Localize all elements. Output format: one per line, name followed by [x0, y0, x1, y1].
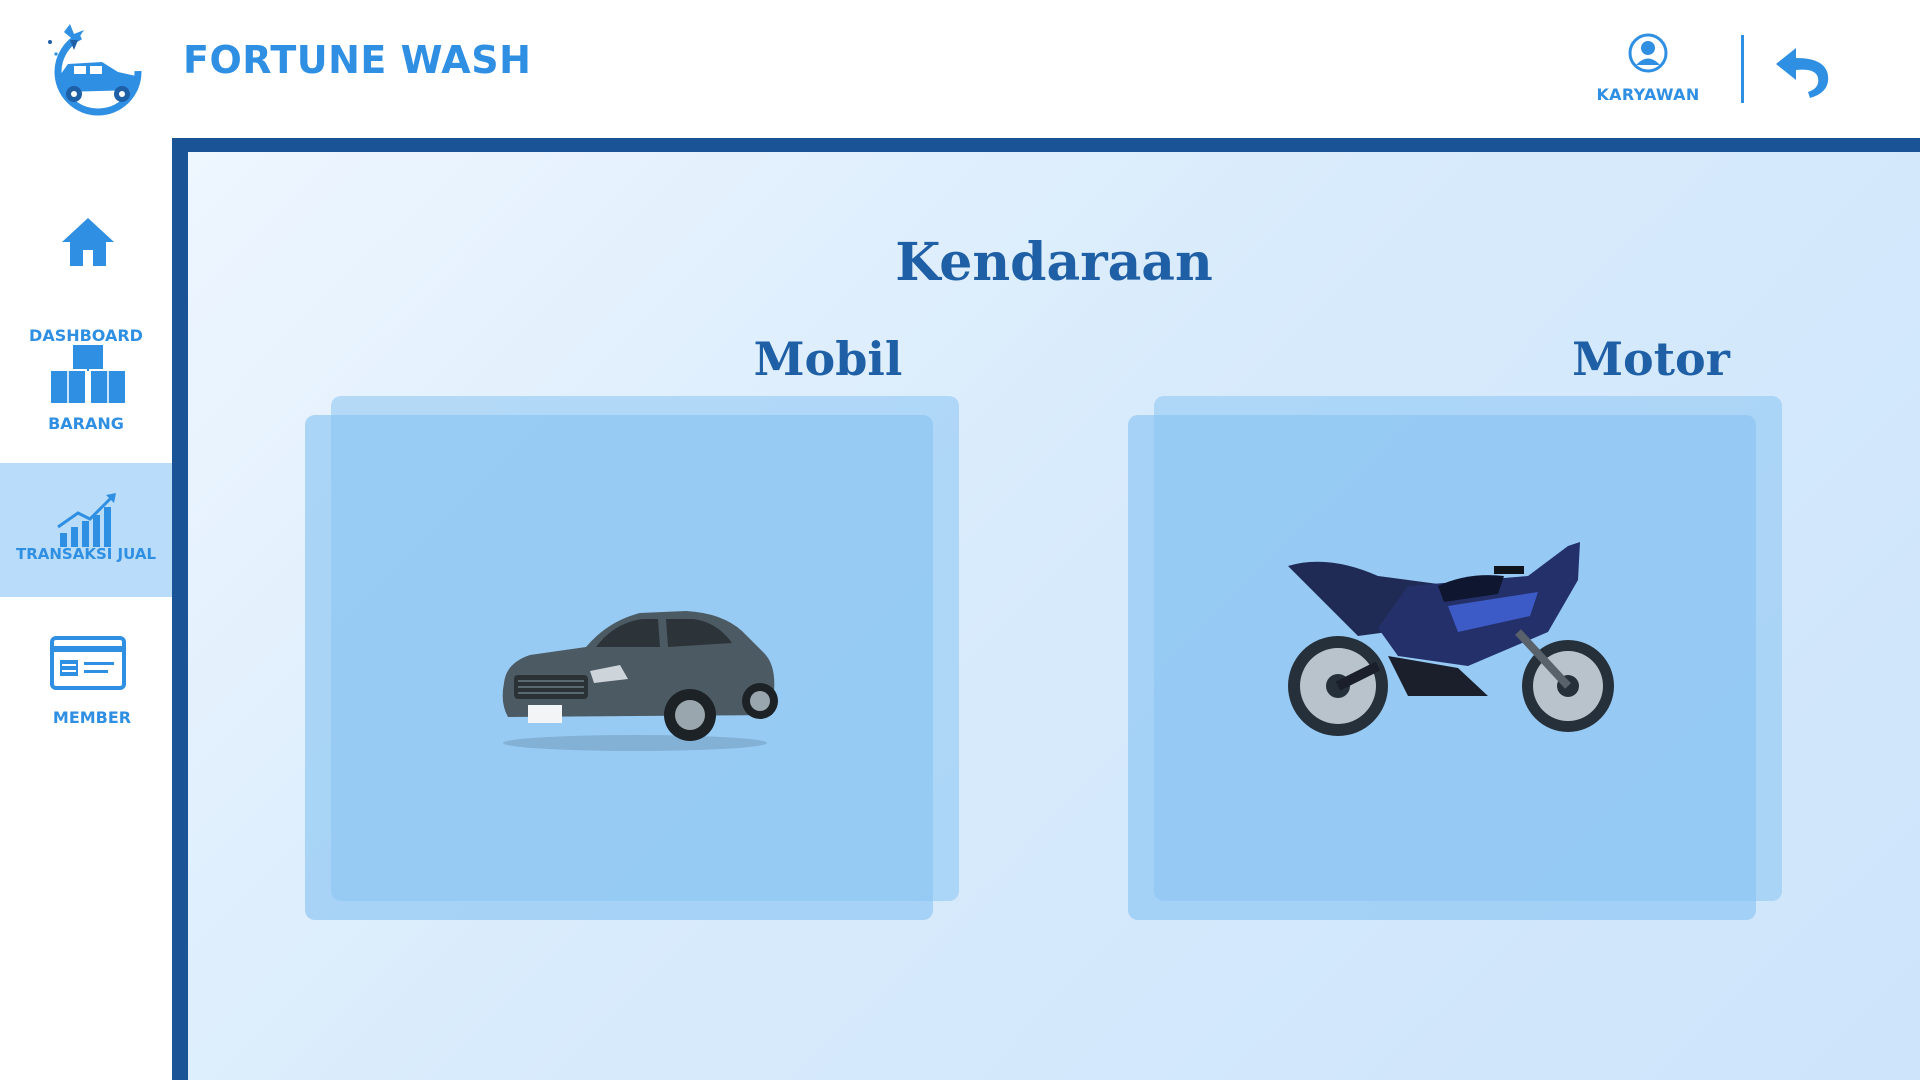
page-title: Kendaraan: [895, 232, 1213, 293]
sidebar-item-label: TRANSAKSI JUAL: [15, 545, 157, 563]
motorcycle-image: [1288, 542, 1614, 736]
sidebar-item-member[interactable]: MEMBER: [0, 620, 172, 750]
sidebar-nav: DASHBOARD BARANG TRANSAKSI JUAL MEMBER: [0, 140, 172, 1080]
main-content-panel: Kendaraan Mobil Motor: [188, 152, 1920, 1080]
motor-card[interactable]: [1128, 396, 1782, 920]
user-profile-button[interactable]: KARYAWAN: [1580, 30, 1716, 110]
boxes-icon: [49, 343, 127, 405]
app-header: FORTUNE WASH KARYAWAN: [0, 0, 1920, 138]
sidebar-item-transaksi-jual[interactable]: TRANSAKSI JUAL: [0, 463, 172, 597]
car-image: [502, 611, 778, 751]
sidebar-item-barang[interactable]: BARANG: [0, 336, 172, 466]
app-brand-title: FORTUNE WASH: [183, 38, 532, 82]
sidebar-item-label: BARANG: [48, 414, 124, 433]
car-wash-logo-icon: [48, 24, 142, 116]
motor-title: Motor: [1572, 332, 1730, 386]
user-role-label: KARYAWAN: [1596, 85, 1700, 104]
mobil-card[interactable]: [305, 396, 959, 920]
user-circle-icon: [1628, 33, 1668, 73]
sidebar-item-dashboard[interactable]: DASHBOARD: [0, 200, 172, 345]
mobil-title: Mobil: [753, 332, 903, 386]
undo-arrow-icon[interactable]: [1770, 40, 1834, 100]
sidebar-item-label: MEMBER: [52, 708, 132, 727]
header-divider: [1741, 35, 1744, 103]
home-icon: [62, 218, 114, 266]
main-content-frame: Kendaraan Mobil Motor: [172, 138, 1920, 1080]
member-card-icon: [50, 636, 126, 690]
